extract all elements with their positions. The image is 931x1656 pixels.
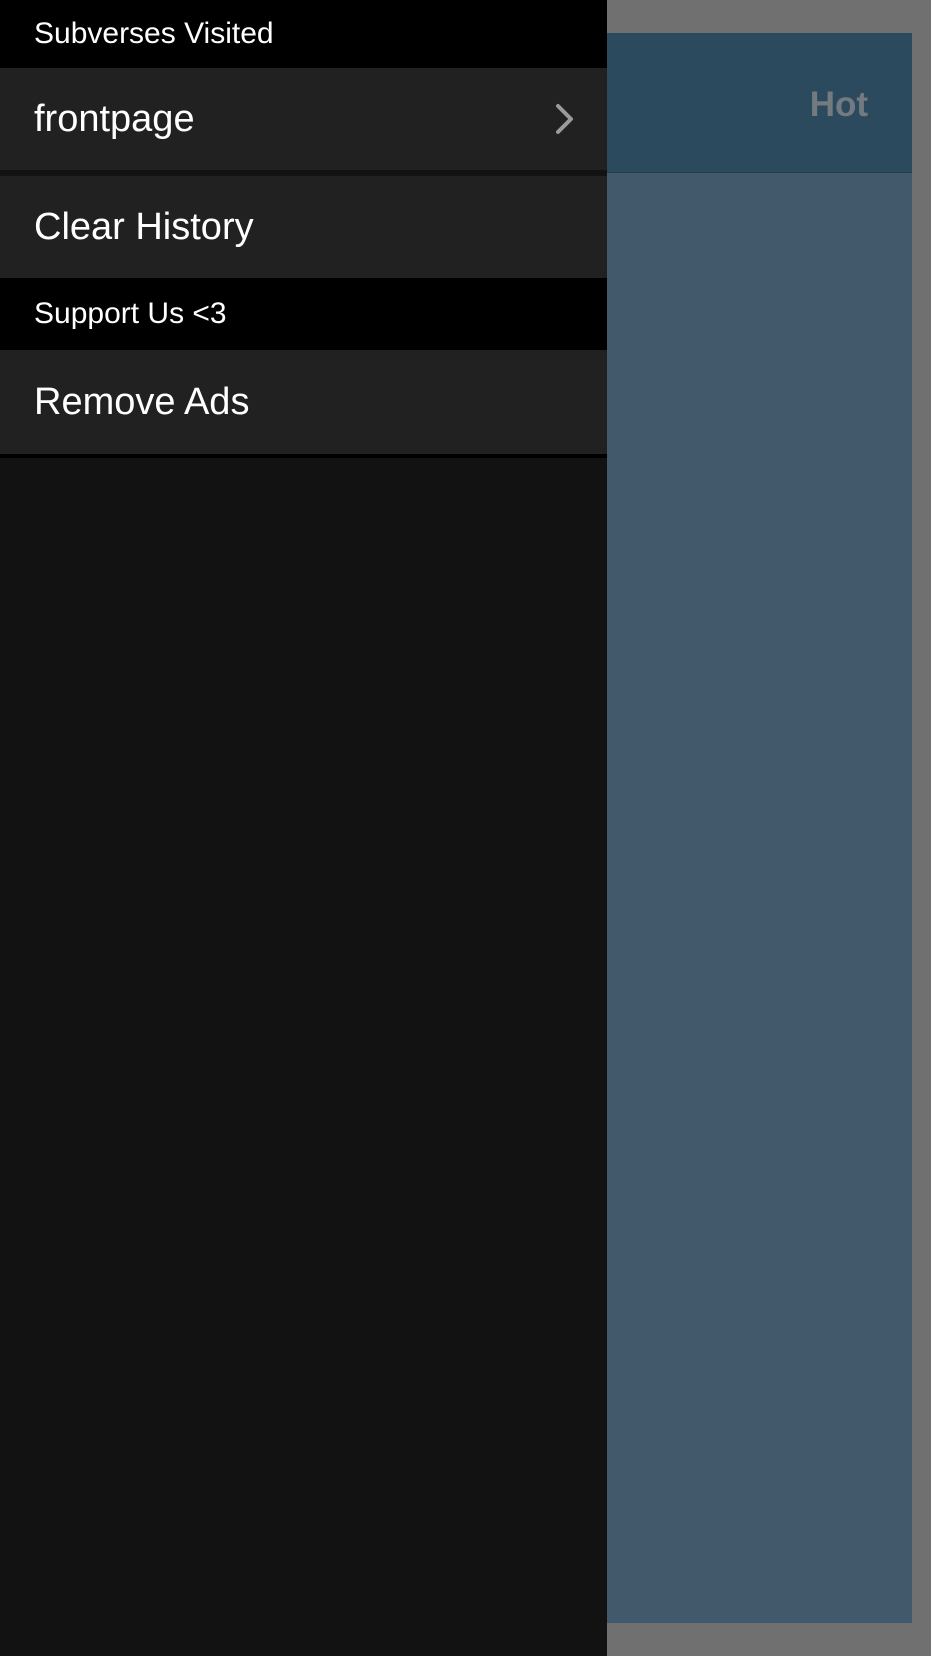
chevron-right-icon (556, 104, 573, 134)
side-drawer: Subverses Visited frontpage Clear Histor… (0, 0, 607, 1656)
remove-ads-label: Remove Ads (34, 380, 250, 423)
sort-hot-button[interactable]: Hot (810, 85, 868, 125)
remove-ads-button[interactable]: Remove Ads (0, 350, 607, 454)
clear-history-label: Clear History (34, 205, 254, 248)
subverse-item-frontpage[interactable]: frontpage (0, 68, 607, 170)
section-header-subverses-visited: Subverses Visited (0, 0, 607, 68)
subverse-item-label: frontpage (34, 97, 195, 140)
clear-history-button[interactable]: Clear History (0, 176, 607, 278)
divider (0, 454, 607, 458)
section-header-support-us: Support Us <3 (0, 278, 607, 350)
